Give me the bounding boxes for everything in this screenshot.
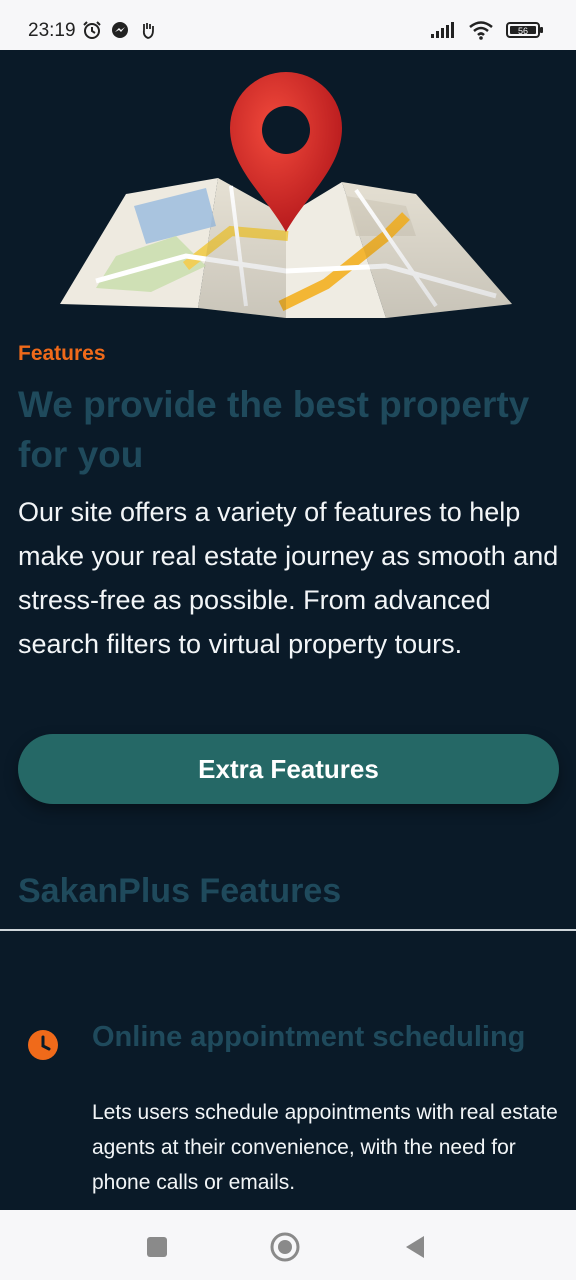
status-time: 23:19 [28, 20, 76, 41]
feature-title: Online appointment scheduling [92, 1021, 526, 1053]
alarm-icon [83, 21, 101, 39]
feature-description: Lets users schedule appointments with re… [92, 1101, 558, 1194]
status-bar: 23:19 56 [0, 0, 576, 50]
status-system-icons: 56 [430, 20, 544, 40]
recents-button[interactable] [142, 1232, 172, 1262]
page-headline: We provide the best property for you [18, 384, 530, 475]
hand-icon [142, 23, 154, 39]
extra-features-button[interactable]: Extra Features [18, 734, 559, 804]
system-nav-bar [0, 1210, 576, 1280]
battery-icon: 56 [506, 22, 543, 38]
signal-icon [431, 22, 454, 38]
home-button[interactable] [270, 1232, 300, 1262]
messenger-icon [112, 22, 128, 38]
back-button[interactable] [400, 1232, 430, 1262]
status-notification-icons [82, 20, 158, 40]
hero-map-image [60, 72, 512, 318]
intro-description: Our site offers a variety of features to… [18, 497, 559, 659]
section-divider [0, 929, 576, 931]
clock-icon [28, 1030, 58, 1060]
wifi-icon [469, 21, 493, 40]
section-kicker: Features [18, 342, 106, 365]
battery-level: 56 [518, 26, 528, 36]
features-section-title: SakanPlus Features [18, 872, 342, 910]
